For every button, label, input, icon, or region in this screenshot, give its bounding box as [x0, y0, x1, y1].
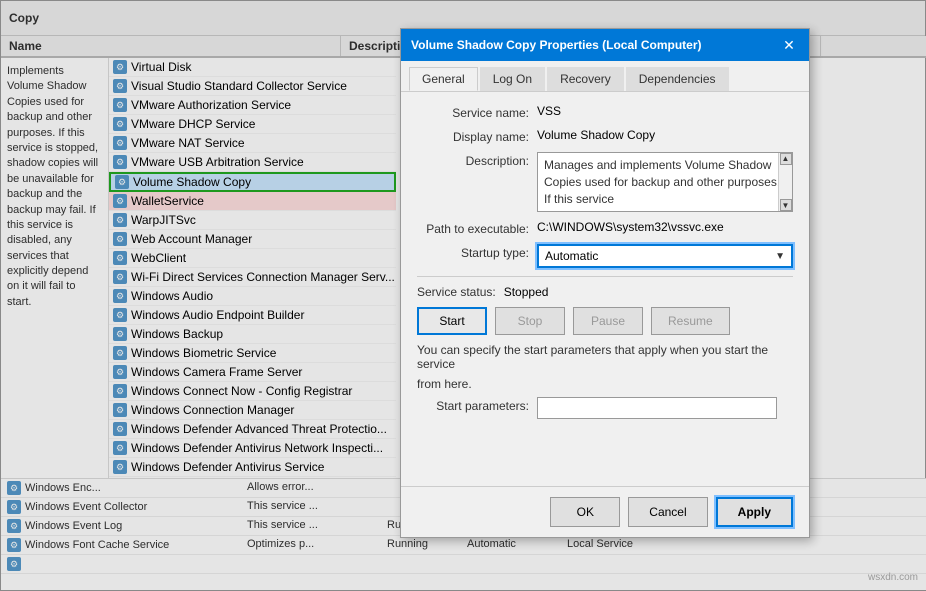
- startup-type-label: Startup type:: [417, 244, 537, 260]
- tab-general[interactable]: General: [409, 67, 478, 91]
- status-label: Service status:: [417, 285, 496, 299]
- path-value: C:\WINDOWS\system32\vssvc.exe: [537, 220, 793, 234]
- dropdown-arrow-icon: ▼: [775, 251, 785, 262]
- display-name-row: Display name: Volume Shadow Copy: [417, 128, 793, 144]
- startup-type-value: Automatic: [545, 249, 598, 263]
- description-field: Manages and implements Volume Shadow Cop…: [537, 152, 793, 212]
- divider: [417, 276, 793, 277]
- start-params-desc-line2: from here.: [417, 377, 793, 391]
- watermark: wsxdn.com: [868, 572, 918, 583]
- service-name-label: Service name:: [417, 104, 537, 120]
- start-params-row: Start parameters:: [417, 397, 793, 419]
- start-params-input[interactable]: [537, 397, 777, 419]
- pause-button[interactable]: Pause: [573, 307, 643, 335]
- display-name-label: Display name:: [417, 128, 537, 144]
- startup-type-row: Startup type: Automatic ▼: [417, 244, 793, 268]
- display-name-value: Volume Shadow Copy: [537, 128, 793, 142]
- scroll-up-btn[interactable]: ▲: [780, 153, 792, 165]
- service-control-buttons: Start Stop Pause Resume: [417, 307, 793, 335]
- start-params-label: Start parameters:: [417, 397, 537, 413]
- status-value: Stopped: [504, 285, 549, 299]
- tab-recovery[interactable]: Recovery: [547, 67, 624, 91]
- path-label: Path to executable:: [417, 220, 537, 236]
- stop-button[interactable]: Stop: [495, 307, 565, 335]
- description-scrollbar[interactable]: ▲ ▼: [778, 153, 792, 211]
- modal-footer: OK Cancel Apply: [401, 486, 809, 537]
- tab-logon[interactable]: Log On: [480, 67, 545, 91]
- modal-overlay: Volume Shadow Copy Properties (Local Com…: [0, 0, 926, 591]
- description-text: Manages and implements Volume Shadow Cop…: [544, 158, 780, 206]
- apply-button[interactable]: Apply: [716, 497, 793, 527]
- tab-dependencies[interactable]: Dependencies: [626, 67, 729, 91]
- start-button[interactable]: Start: [417, 307, 487, 335]
- resume-button[interactable]: Resume: [651, 307, 730, 335]
- description-label: Description:: [417, 152, 537, 168]
- ok-button[interactable]: OK: [550, 497, 620, 527]
- path-row: Path to executable: C:\WINDOWS\system32\…: [417, 220, 793, 236]
- service-name-row: Service name: VSS: [417, 104, 793, 120]
- service-name-value: VSS: [537, 104, 793, 118]
- modal-titlebar: Volume Shadow Copy Properties (Local Com…: [401, 29, 809, 61]
- modal-close-button[interactable]: ✕: [779, 35, 799, 55]
- cancel-button[interactable]: Cancel: [628, 497, 707, 527]
- properties-dialog: Volume Shadow Copy Properties (Local Com…: [400, 28, 810, 538]
- start-params-desc-line1: You can specify the start parameters tha…: [417, 343, 793, 371]
- service-status-row: Service status: Stopped: [417, 285, 793, 299]
- startup-type-dropdown[interactable]: Automatic ▼: [537, 244, 793, 268]
- modal-body: Service name: VSS Display name: Volume S…: [401, 92, 809, 439]
- modal-tabs: General Log On Recovery Dependencies: [401, 61, 809, 92]
- description-row: Description: Manages and implements Volu…: [417, 152, 793, 212]
- modal-title-text: Volume Shadow Copy Properties (Local Com…: [411, 38, 701, 52]
- start-params-section: You can specify the start parameters tha…: [417, 343, 793, 419]
- scroll-down-btn[interactable]: ▼: [780, 199, 792, 211]
